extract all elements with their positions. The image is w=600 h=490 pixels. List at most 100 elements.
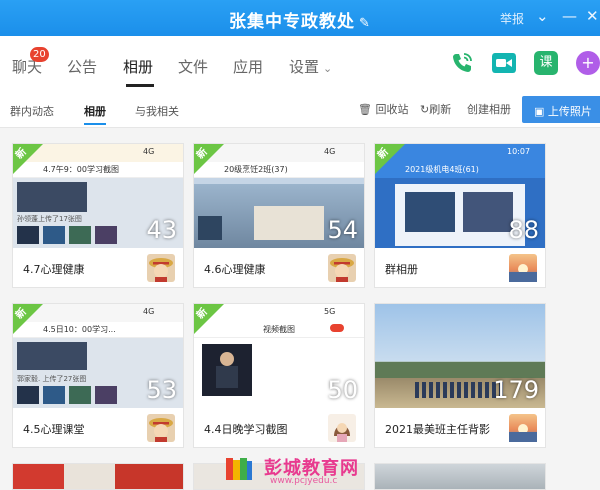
album-name[interactable]: 2021最美班主任背影	[385, 421, 490, 437]
album-card[interactable]: 179 2021最美班主任背影	[374, 303, 546, 448]
cover-person	[220, 352, 234, 366]
chevron-down-icon: ⌄	[323, 62, 333, 75]
avatar[interactable]	[147, 254, 175, 282]
tab-apps[interactable]: 应用	[233, 56, 263, 77]
album-card[interactable]	[12, 463, 184, 490]
lesson-button[interactable]: 课	[534, 51, 558, 75]
phone-call-icon[interactable]	[450, 51, 474, 75]
photo-count: 43	[146, 216, 177, 244]
cover-note: 郭家毅. 上传了27张图	[17, 375, 87, 383]
recycle-bin-button[interactable]: 🗑 回收站	[358, 101, 408, 117]
avatar-sunset-icon	[509, 424, 537, 442]
album-name[interactable]: 4.5心理课堂	[23, 421, 85, 437]
cover-thumb	[198, 216, 222, 240]
avatar[interactable]	[328, 254, 356, 282]
recycle-bin-label: 回收站	[375, 103, 409, 116]
album-card[interactable]: 4G 4.7午9：00学习截图 孙领蓬上传了17张图 43 新 4.7心理健康	[12, 143, 184, 288]
album-sub-bar: 群内动态 相册 与我相关 🗑 回收站 ↻刷新 创建相册 ▣ 上传照片	[0, 92, 600, 128]
refresh-button[interactable]: ↻刷新	[420, 101, 451, 117]
image-icon: ▣	[534, 105, 545, 118]
album-name[interactable]: 4.7心理健康	[23, 261, 85, 277]
edit-pencil-icon[interactable]: ✎	[359, 16, 371, 31]
create-album-button[interactable]: 创建相册	[467, 101, 511, 117]
album-name[interactable]: 4.4日晚学习截图	[204, 421, 288, 437]
album-card[interactable]: 10:07 2021级机电4班(61) 88 新 群相册	[374, 143, 546, 288]
refresh-label: 刷新	[429, 103, 452, 116]
album-cover[interactable]: 10:07 2021级机电4班(61) 88 新	[375, 144, 545, 248]
avatar-sunset-icon	[509, 264, 537, 282]
watermark-url: www.pcjyedu.c	[270, 476, 338, 486]
avatar[interactable]	[328, 414, 356, 442]
minimize-icon[interactable]: —	[562, 7, 577, 25]
album-cover[interactable]: 5G 视频截图 50 新	[194, 304, 364, 408]
upload-photo-label: 上传照片	[547, 105, 592, 118]
photo-count: 50	[327, 376, 358, 404]
album-cover[interactable]: 4G 4.7午9：00学习截图 孙领蓬上传了17张图 43 新	[13, 144, 183, 248]
cover-crowd	[415, 382, 505, 398]
tab-files[interactable]: 文件	[178, 56, 208, 77]
cover-thumb	[43, 386, 65, 404]
main-tab-bar: 聊天 20 公告 相册 文件 应用 设置 ⌄ 课 +	[0, 36, 600, 92]
upload-photo-button[interactable]: ▣ 上传照片	[522, 96, 600, 123]
album-cover[interactable]: 4G 4.5日10：00学习... 郭家毅. 上传了27张图 53 新	[13, 304, 183, 408]
album-name[interactable]: 4.6心理健康	[204, 261, 266, 277]
cover-signal: 4G	[324, 147, 336, 156]
unread-badge: 20	[30, 47, 49, 62]
trash-icon: 🗑	[358, 103, 372, 116]
group-title-text: 张集中专政教处	[229, 12, 356, 32]
cover-thumb	[69, 226, 91, 244]
photo-count: 54	[327, 216, 358, 244]
photo-count: 53	[146, 376, 177, 404]
tab-album[interactable]: 相册	[123, 56, 153, 77]
avatar[interactable]	[509, 414, 537, 442]
tab-announcement[interactable]: 公告	[67, 56, 97, 77]
cover-signal: 5G	[324, 307, 336, 316]
album-name[interactable]: 群相册	[385, 261, 418, 277]
cover-signal: 10:07	[507, 147, 531, 156]
album-card[interactable]: 5G 视频截图 50 新 4.4日晚学习截图	[193, 303, 365, 448]
album-cover[interactable]: 4G 20级烹饪2班(37) 54 新	[194, 144, 364, 248]
avatar-luffy-icon	[149, 258, 173, 282]
video-call-icon[interactable]	[492, 51, 516, 75]
more-apps-icon[interactable]: +	[576, 51, 600, 75]
cover-thumb	[95, 386, 117, 404]
cover-thumb	[43, 226, 65, 244]
avatar[interactable]	[147, 414, 175, 442]
cover-thumb	[254, 206, 324, 240]
tab-settings[interactable]: 设置 ⌄	[289, 56, 332, 77]
chevron-down-icon[interactable]: ⌄	[536, 7, 549, 25]
active-subtab-underline	[84, 123, 106, 125]
album-cover[interactable]	[375, 464, 545, 489]
album-card[interactable]	[374, 463, 546, 490]
avatar[interactable]	[509, 254, 537, 282]
album-cover[interactable]: 179	[375, 304, 545, 408]
album-card[interactable]: 4G 4.5日10：00学习... 郭家毅. 上传了27张图 53 新 4.5心…	[12, 303, 184, 448]
avatar-luffy-icon	[330, 258, 354, 282]
cover-signal: 4G	[143, 307, 155, 316]
cover-screenshot	[17, 182, 87, 212]
title-bar: 张集中专政教处 ✎ 举报 ⌄ — ✕	[0, 0, 600, 36]
photo-count: 88	[508, 216, 539, 244]
cover-person-body	[216, 366, 238, 388]
cover-thumb	[17, 386, 39, 404]
album-grid: 4G 4.7午9：00学习截图 孙领蓬上传了17张图 43 新 4.7心理健康 …	[0, 128, 600, 490]
subtab-group-feed[interactable]: 群内动态	[10, 103, 54, 119]
active-tab-underline	[126, 84, 154, 87]
cover-thumb	[95, 226, 117, 244]
cover-red-dot	[330, 324, 344, 332]
cover-thumb	[17, 226, 39, 244]
site-watermark: 彭城教育网 www.pcjyedu.c	[222, 452, 382, 490]
refresh-icon: ↻	[420, 103, 430, 116]
report-button[interactable]: 举报	[500, 10, 524, 27]
avatar-girl-icon	[334, 423, 350, 442]
cover-signal: 4G	[143, 147, 155, 156]
cover-note: 孙领蓬上传了17张图	[17, 215, 82, 223]
close-icon[interactable]: ✕	[586, 7, 599, 25]
cover-thumb	[463, 192, 513, 232]
album-cover[interactable]	[13, 464, 183, 489]
book-logo-icon	[226, 458, 252, 480]
photo-count: 179	[493, 376, 539, 404]
album-card[interactable]: 4G 20级烹饪2班(37) 54 新 4.6心理健康	[193, 143, 365, 288]
subtab-related-to-me[interactable]: 与我相关	[135, 103, 179, 119]
subtab-album[interactable]: 相册	[84, 103, 106, 119]
